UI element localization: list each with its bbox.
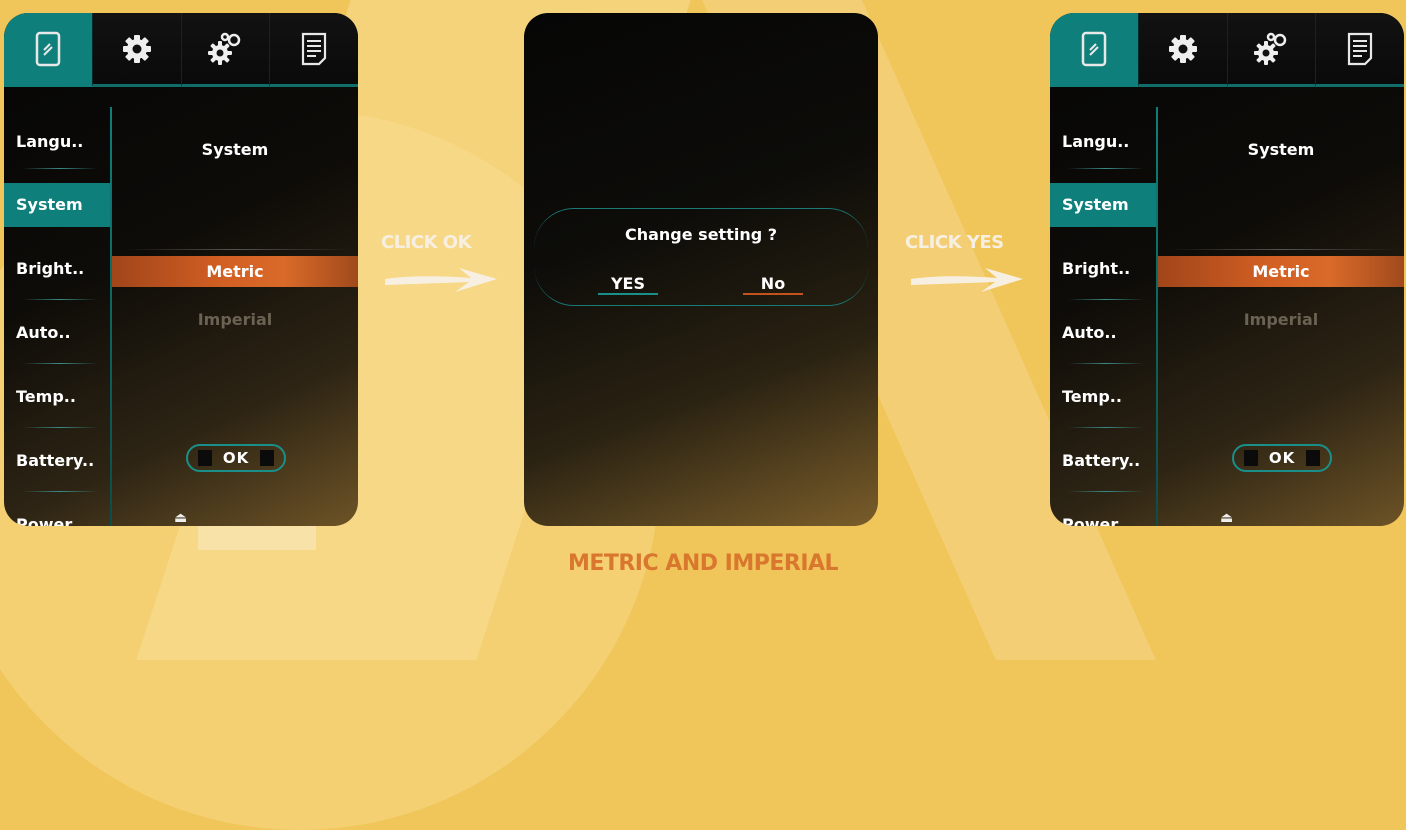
menu-item-battery[interactable]: Battery..: [4, 439, 112, 483]
tab-info[interactable]: [1316, 13, 1404, 87]
device-screen-before: Langu.. System Bright.. Auto.. Temp.. Ba…: [4, 13, 358, 526]
menu-item-temperature[interactable]: Temp..: [4, 375, 112, 419]
ok-button[interactable]: OK: [1232, 444, 1332, 472]
menu-item-power[interactable]: Power: [4, 503, 112, 526]
gear-icon: [122, 34, 151, 63]
phone-icon: [1081, 31, 1107, 66]
dialog-title: Change setting ?: [624, 225, 778, 244]
confirm-dialog: [534, 208, 868, 306]
tab-advanced-settings[interactable]: [181, 13, 271, 87]
settings-menu: Langu.. System Bright.. Auto.. Temp.. Ba…: [4, 107, 112, 526]
phone-icon: [35, 31, 61, 66]
option-imperial[interactable]: Imperial: [112, 310, 358, 329]
gear-icon: [1168, 34, 1197, 63]
tab-bar: [1050, 13, 1404, 87]
tab-info[interactable]: [270, 13, 358, 87]
gears-icon: [1254, 32, 1287, 65]
document-icon: [1348, 32, 1373, 65]
scroll-up-icon: ⏏: [1220, 510, 1234, 526]
content-title: System: [1247, 140, 1315, 159]
device-screen-confirm: Change setting ? YES No: [524, 13, 878, 526]
option-metric-selected[interactable]: Metric: [1158, 256, 1404, 287]
menu-item-auto[interactable]: Auto..: [1050, 311, 1158, 355]
tab-settings[interactable]: [1138, 13, 1228, 87]
arrow-right-icon: [385, 268, 497, 292]
tab-settings[interactable]: [92, 13, 182, 87]
step-label-click-yes: CLICK YES: [905, 232, 1004, 253]
step-label-click-ok: CLICK OK: [381, 232, 472, 253]
document-icon: [302, 32, 327, 65]
menu-item-power[interactable]: Power: [1050, 503, 1158, 526]
option-metric-selected[interactable]: Metric: [112, 256, 358, 287]
arrow-right-icon: [911, 268, 1023, 292]
tab-bar: [4, 13, 358, 87]
tab-display[interactable]: [1050, 13, 1139, 87]
option-imperial[interactable]: Imperial: [1158, 310, 1404, 329]
menu-item-auto[interactable]: Auto..: [4, 311, 112, 355]
page-caption: METRIC AND IMPERIAL: [567, 551, 839, 576]
menu-item-language[interactable]: Langu..: [4, 120, 112, 164]
menu-item-brightness[interactable]: Bright..: [1050, 247, 1158, 291]
tab-advanced-settings[interactable]: [1227, 13, 1317, 87]
tab-display[interactable]: [4, 13, 93, 87]
menu-item-battery[interactable]: Battery..: [1050, 439, 1158, 483]
menu-item-brightness[interactable]: Bright..: [4, 247, 112, 291]
ok-button-label: OK: [1268, 449, 1296, 467]
content-title: System: [201, 140, 269, 159]
menu-item-language[interactable]: Langu..: [1050, 120, 1158, 164]
menu-item-temperature[interactable]: Temp..: [1050, 375, 1158, 419]
device-screen-after: Langu.. System Bright.. Auto.. Temp.. Ba…: [1050, 13, 1404, 526]
scroll-up-icon: ⏏: [174, 510, 188, 526]
ok-button-label: OK: [222, 449, 250, 467]
no-button[interactable]: No: [743, 274, 803, 295]
menu-item-system[interactable]: System: [4, 183, 112, 227]
ok-button[interactable]: OK: [186, 444, 286, 472]
settings-menu: Langu.. System Bright.. Auto.. Temp.. Ba…: [1050, 107, 1158, 526]
yes-button[interactable]: YES: [598, 274, 658, 295]
menu-item-system[interactable]: System: [1050, 183, 1158, 227]
gears-icon: [208, 32, 241, 65]
